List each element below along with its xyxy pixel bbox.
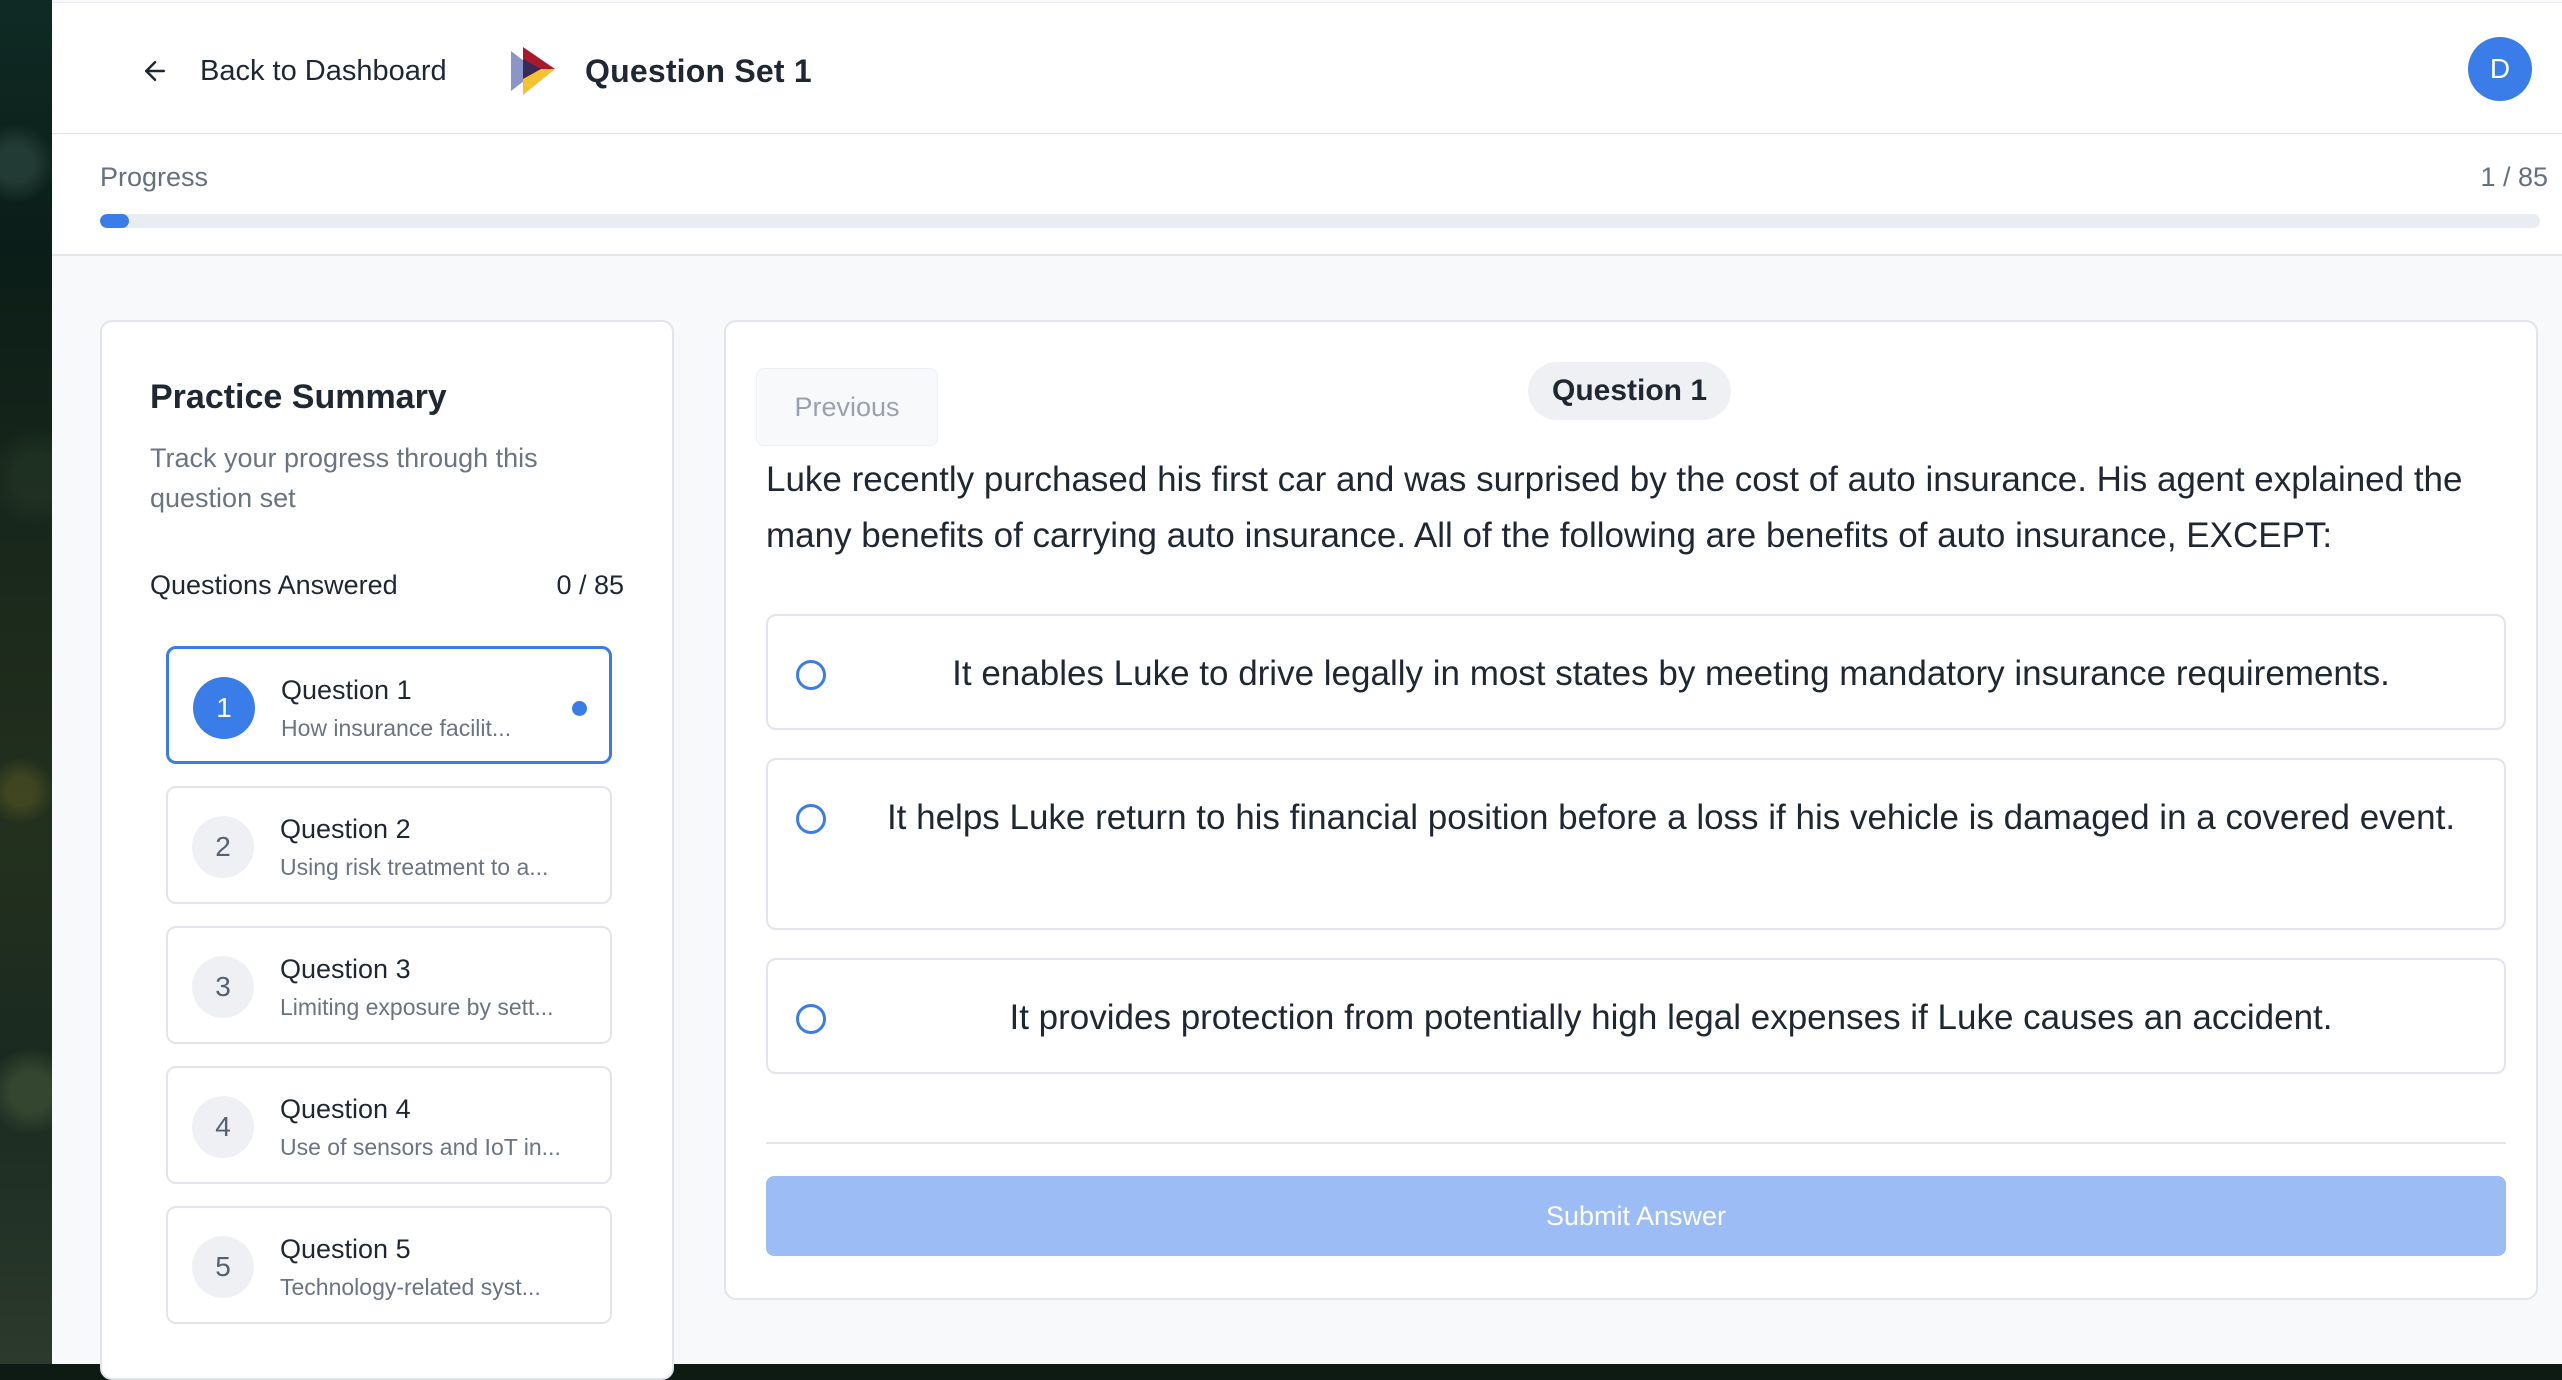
question-badge: Question 1 bbox=[1528, 362, 1732, 420]
question-item-title: Question 5 bbox=[280, 1234, 411, 1264]
answer-options[interactable]: It enables Luke to drive legally in most… bbox=[766, 614, 2506, 1096]
progress-count: 1 / 85 bbox=[2480, 162, 2548, 192]
questions-answered-label: Questions Answered bbox=[150, 570, 398, 600]
top-header: Back to Dashboard Question Set 1 D bbox=[52, 2, 2562, 135]
question-number-badge: 2 bbox=[192, 816, 254, 878]
radio-button[interactable] bbox=[796, 1004, 826, 1034]
arrow-left-icon bbox=[145, 61, 165, 81]
question-list[interactable]: 1 Question 1 How insurance facilit... 2 … bbox=[166, 646, 612, 1358]
question-item-snippet: Technology-related syst... bbox=[280, 1274, 541, 1300]
question-item[interactable]: 5 Question 5 Technology-related syst... bbox=[166, 1206, 612, 1324]
user-avatar[interactable]: D bbox=[2468, 37, 2532, 101]
question-item[interactable]: 2 Question 2 Using risk treatment to a..… bbox=[166, 786, 612, 904]
current-indicator-dot bbox=[572, 701, 587, 716]
question-item-title: Question 4 bbox=[280, 1094, 411, 1124]
answer-option[interactable]: It enables Luke to drive legally in most… bbox=[766, 614, 2506, 730]
logo-icon bbox=[511, 47, 555, 95]
question-item-snippet: Use of sensors and IoT in... bbox=[280, 1134, 561, 1160]
submit-answer-button[interactable]: Submit Answer bbox=[766, 1176, 2506, 1256]
question-item-snippet: Limiting exposure by sett... bbox=[280, 994, 554, 1020]
answer-option-text: It provides protection from potentially … bbox=[1009, 998, 2333, 1037]
question-panel: Previous Question 1 Luke recently purcha… bbox=[724, 320, 2538, 1300]
question-item[interactable]: 4 Question 4 Use of sensors and IoT in..… bbox=[166, 1066, 612, 1184]
summary-subtitle: Track your progress through this questio… bbox=[150, 443, 538, 513]
progress-section: Progress 1 / 85 bbox=[52, 134, 2562, 256]
practice-summary-panel: Practice Summary Track your progress thr… bbox=[100, 320, 674, 1380]
back-to-dashboard-link[interactable]: Back to Dashboard bbox=[140, 43, 447, 99]
question-number-badge: 4 bbox=[192, 1096, 254, 1158]
question-item[interactable]: 3 Question 3 Limiting exposure by sett..… bbox=[166, 926, 612, 1044]
summary-title: Practice Summary bbox=[150, 378, 447, 416]
page-title: Question Set 1 bbox=[585, 52, 812, 89]
question-text: Luke recently purchased his first car an… bbox=[766, 460, 2463, 555]
back-label: Back to Dashboard bbox=[200, 54, 447, 87]
progress-fill bbox=[100, 214, 130, 228]
app-window: Back to Dashboard Question Set 1 D Progr… bbox=[52, 0, 2562, 1380]
progress-label: Progress bbox=[100, 162, 209, 192]
question-item-title: Question 1 bbox=[281, 675, 412, 705]
divider bbox=[766, 1142, 2506, 1144]
answer-option[interactable]: It helps Luke return to his financial po… bbox=[766, 758, 2506, 930]
questions-answered-count: 0 / 85 bbox=[556, 570, 624, 600]
question-item-title: Question 3 bbox=[280, 954, 411, 984]
answer-option-text: It enables Luke to drive legally in most… bbox=[952, 654, 2390, 693]
question-number-badge: 5 bbox=[192, 1236, 254, 1298]
question-item-snippet: How insurance facilit... bbox=[281, 715, 512, 741]
question-number-badge: 1 bbox=[193, 677, 255, 739]
brand: Question Set 1 bbox=[507, 43, 812, 99]
previous-button[interactable]: Previous bbox=[756, 368, 938, 446]
progress-bar bbox=[100, 214, 2540, 228]
radio-button[interactable] bbox=[796, 660, 826, 690]
background-image bbox=[0, 0, 52, 1364]
answer-option-text: It helps Luke return to his financial po… bbox=[886, 798, 2456, 837]
question-item[interactable]: 1 Question 1 How insurance facilit... bbox=[166, 646, 612, 764]
question-item-title: Question 2 bbox=[280, 814, 411, 844]
radio-button[interactable] bbox=[796, 804, 826, 834]
question-item-snippet: Using risk treatment to a... bbox=[280, 854, 549, 880]
answer-option[interactable]: It provides protection from potentially … bbox=[766, 958, 2506, 1074]
question-number-badge: 3 bbox=[192, 956, 254, 1018]
